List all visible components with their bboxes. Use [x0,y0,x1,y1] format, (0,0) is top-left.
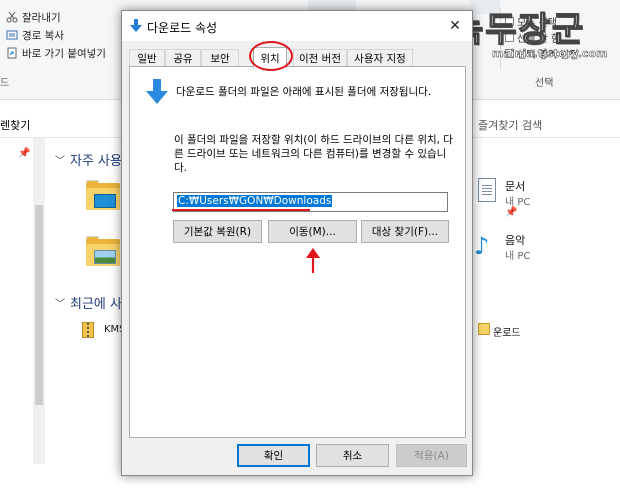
location-description: 다운로드 폴더의 파일은 아래에 표시된 폴더에 저장됩니다. [176,86,432,98]
path-underline-highlight [172,209,310,211]
restore-default-button[interactable]: 기본값 복원(R) [173,220,262,243]
scissors-icon [6,11,18,23]
frequent-folders-header[interactable]: ﹀ 자주 사용 [55,150,122,169]
paste-shortcut-button[interactable]: 바로 가기 붙여넣기 [6,45,106,61]
address-path[interactable]: 렌찾기 [0,117,30,133]
tab-general[interactable]: 일반 [129,49,165,67]
recent-files-label: 최근에 사 [70,297,122,312]
documents-item[interactable]: 문서 [505,178,525,194]
ok-button[interactable]: 확인 [237,444,310,467]
close-icon: ✕ [449,18,461,34]
location-tab-panel: 다운로드 폴더의 파일은 아래에 표시된 폴더에 저장됩니다. 이 폴더의 파일… [129,66,466,438]
search-input[interactable]: 즐겨찾기 검색 [478,117,542,133]
copy-path-label: 경로 복사 [22,29,64,42]
ribbon-select-group-label: 선택 [535,78,554,89]
blog-watermark: 녹두장군 mainia.tistory.com [451,2,620,64]
tab-customize[interactable]: 사용자 지정 [347,49,413,67]
chevron-down-icon: ﹀ [55,156,65,167]
dialog-title: 다운로드 속성 [147,21,218,35]
copy-path-icon [6,30,18,40]
copy-path-button[interactable]: 경로 복사 [6,27,64,43]
documents-icon[interactable] [478,178,496,202]
zip-file-icon [82,322,94,338]
find-target-button[interactable]: 대상 찾기(F)... [361,220,449,243]
close-button[interactable]: ✕ [438,11,472,41]
download-properties-dialog: 다운로드 속성 ✕ 일반 공유 보안 위치 이전 버전 사용자 지정 다운로드 … [121,10,473,476]
move-button[interactable]: 이동(M)... [268,220,357,243]
tab-sharing[interactable]: 공유 [165,49,201,67]
ribbon-group-label: 드 [0,78,10,89]
cut-label: 잘라내기 [22,11,61,24]
recent-files-header[interactable]: ﹀ 최근에 사 [55,293,122,312]
location-tab-highlight [249,41,293,71]
paste-shortcut-label: 바로 가기 붙여넣기 [22,47,106,60]
music-note-icon[interactable]: ♪ [474,232,489,260]
pin-icon: 📌 [18,148,31,159]
tab-security[interactable]: 보안 [201,49,239,67]
folder-icon [478,323,490,335]
chevron-down-icon: ﹀ [55,299,65,310]
dialog-titlebar[interactable]: 다운로드 속성 ✕ [122,11,472,41]
cut-button[interactable]: 잘라내기 [6,9,61,25]
location-change-hint: 이 폴더의 파일을 저장할 위치(이 하드 드라이브의 다른 위치, 다른 드라… [174,134,453,174]
music-location: 내 PC [505,251,531,262]
pictures-folder-icon[interactable] [86,236,120,266]
cancel-button[interactable]: 취소 [316,444,389,467]
pin-icon: 📌 [505,207,518,218]
download-arrow-icon [146,79,168,104]
paste-shortcut-icon [7,47,17,59]
download-icon [130,19,142,32]
folder-path-value: C:₩Users₩GON₩Downloads [177,195,333,207]
apply-button[interactable]: 적용(A) [396,444,467,467]
music-item[interactable]: 음악 [505,232,525,248]
desktop-folder-icon[interactable] [86,180,120,210]
watermark-url: mainia.tistory.com [492,47,608,61]
tab-previous-versions[interactable]: 이전 버전 [293,49,347,67]
nav-scroll-thumb[interactable] [35,205,43,405]
up-arrow-icon [306,248,320,273]
recent-download-location: 운로드 [493,328,521,339]
frequent-folders-label: 자주 사용 [70,154,122,169]
documents-location: 내 PC [505,197,531,208]
